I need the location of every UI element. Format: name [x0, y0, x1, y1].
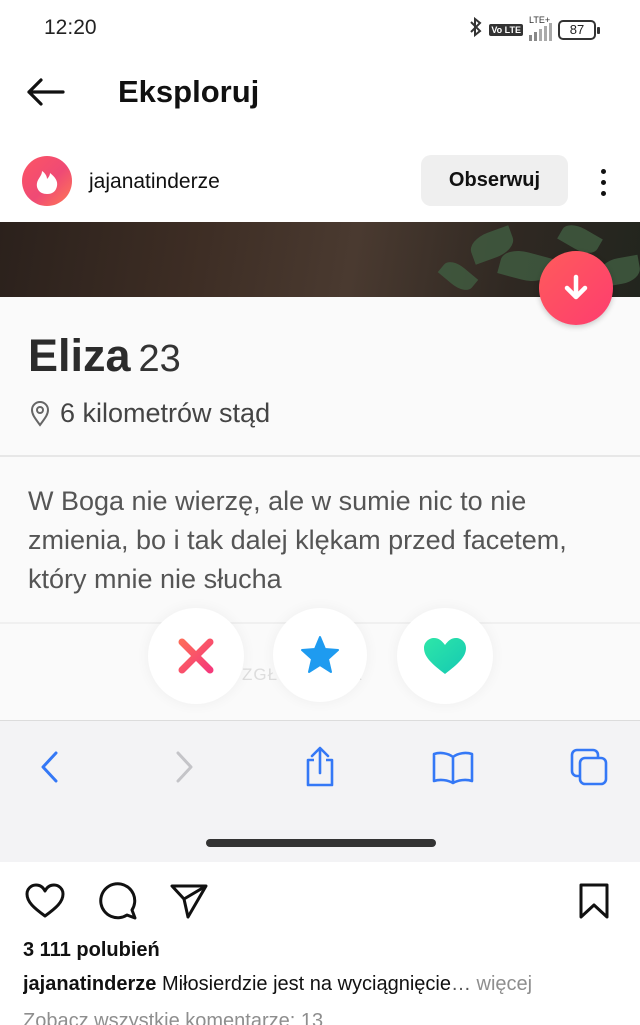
post-username[interactable]: jajanatinderze: [89, 170, 220, 194]
arrow-left-icon: [27, 78, 65, 106]
forward-chevron-icon: [176, 751, 193, 783]
tabs-icon: [570, 748, 608, 786]
comment-icon: [99, 882, 137, 920]
browser-back-button[interactable]: [24, 745, 74, 789]
view-comments-link[interactable]: Zobacz wszystkie komentarze: 13: [23, 1010, 323, 1025]
card-divider: [0, 455, 640, 457]
post-image[interactable]: Eliza 23 6 kilometrów stąd W Boga nie wie…: [0, 222, 640, 862]
browser-tabs-button[interactable]: [564, 745, 614, 789]
location-pin-icon: [30, 400, 50, 427]
post-header: jajanatinderze Obserwuj: [0, 150, 640, 214]
bookmark-icon: [579, 883, 609, 919]
browser-toolbar: [0, 720, 640, 862]
nope-button[interactable]: [148, 608, 244, 704]
share-icon: [306, 746, 334, 787]
like-heart-icon: [424, 638, 466, 674]
like-button[interactable]: [397, 608, 493, 704]
heart-outline-icon: [25, 883, 65, 918]
share-post-button[interactable]: [166, 878, 212, 924]
profile-name-text: Eliza: [28, 330, 131, 381]
profile-distance: 6 kilometrów stąd: [30, 398, 270, 429]
avatar[interactable]: [22, 156, 72, 206]
like-post-button[interactable]: [22, 878, 68, 924]
home-indicator: [206, 839, 436, 847]
caption-ellipsis: …: [450, 973, 471, 995]
save-post-button[interactable]: [571, 878, 617, 924]
collapse-profile-button[interactable]: [539, 251, 613, 325]
arrow-down-icon: [564, 274, 588, 300]
profile-name: Eliza 23: [28, 330, 181, 382]
browser-bookmarks-button[interactable]: [428, 745, 478, 789]
caption-username[interactable]: jajanatinderze: [23, 973, 156, 995]
post-actions: [0, 872, 640, 932]
super-like-button[interactable]: [273, 608, 367, 702]
status-icons: Vo LTE LTE+ 87: [469, 15, 600, 43]
caption-more-link[interactable]: więcej: [477, 973, 533, 995]
back-chevron-icon: [41, 751, 58, 783]
nope-x-icon: [178, 638, 214, 674]
bookmarks-icon: [432, 751, 474, 785]
flame-logo-icon: [36, 171, 58, 194]
network-type-label: LTE+: [529, 14, 551, 25]
profile-bio: W Boga nie wierzę, ale w sumie nic to ni…: [28, 486, 567, 594]
follow-button[interactable]: Obserwuj: [421, 155, 568, 206]
distance-text: 6 kilometrów stąd: [60, 398, 271, 428]
signal-icon: LTE+: [529, 15, 552, 41]
more-vertical-icon: [600, 168, 606, 196]
page-title: Eksploruj: [118, 74, 260, 109]
status-time: 12:20: [44, 16, 97, 39]
more-options-button[interactable]: [590, 162, 616, 202]
super-like-star-icon: [301, 636, 339, 673]
top-app-bar: Eksploruj: [0, 56, 640, 128]
volte-icon: Vo LTE: [489, 23, 523, 36]
profile-age: 23: [138, 338, 181, 380]
bluetooth-icon: [469, 16, 483, 43]
comment-button[interactable]: [95, 878, 141, 924]
caption-text: Miłosierdzie jest na wyciągnięcie: [161, 973, 451, 995]
post-caption: jajanatinderze Miłosierdzie jest na wyci…: [23, 973, 623, 996]
likes-count[interactable]: 3 111 polubień: [23, 939, 160, 962]
send-icon: [170, 884, 208, 919]
battery-icon: 87: [558, 19, 600, 40]
back-button[interactable]: [22, 72, 68, 112]
swipe-actions: [0, 608, 640, 708]
status-bar: 12:20 Vo LTE LTE+ 87: [0, 0, 640, 56]
browser-forward-button[interactable]: [160, 745, 210, 789]
browser-share-button[interactable]: [295, 745, 345, 789]
